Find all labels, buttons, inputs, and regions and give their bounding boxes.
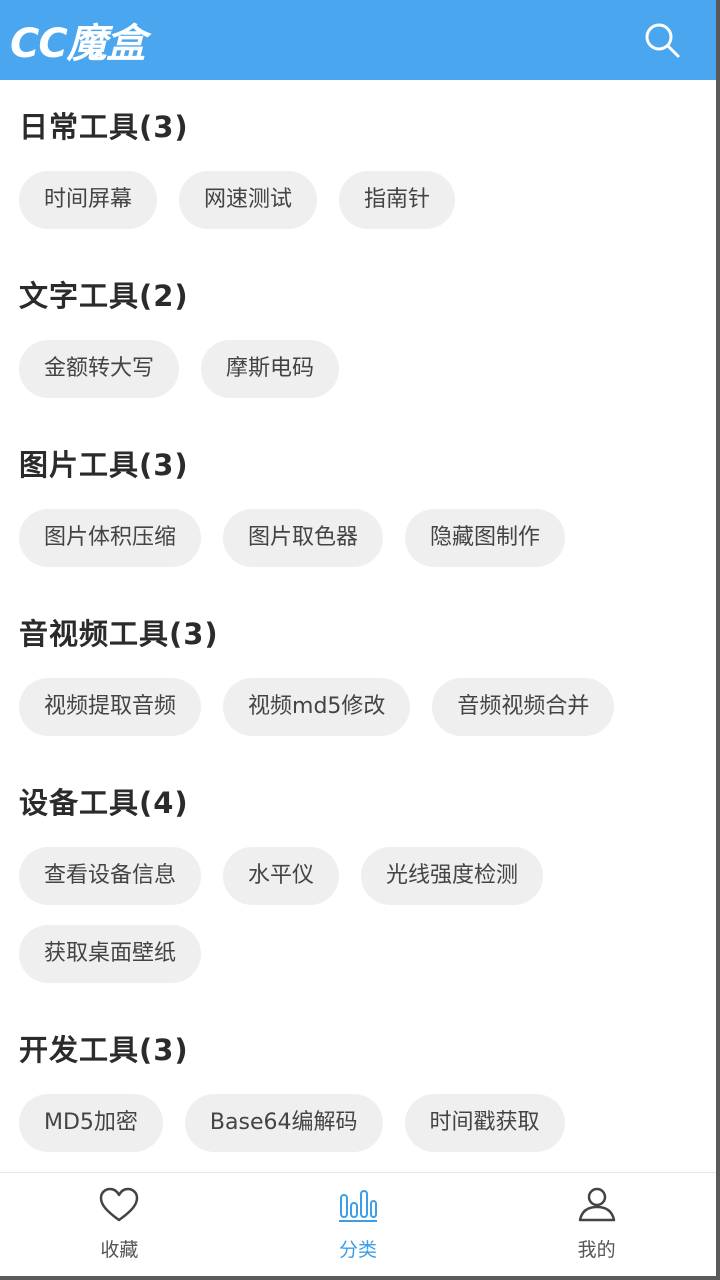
tool-chip-base64[interactable]: Base64编解码 <box>184 1094 383 1152</box>
section-title: 设备工具(4) <box>19 786 189 820</box>
tool-chip-light-meter[interactable]: 光线强度检测 <box>361 847 544 905</box>
tool-chip-amount-uppercase[interactable]: 金额转大写 <box>19 340 180 398</box>
user-icon <box>578 1187 615 1222</box>
tool-chip-speed-test[interactable]: 网速测试 <box>179 171 318 229</box>
screen-edge <box>716 0 720 1280</box>
tool-chip-time-screen[interactable]: 时间屏幕 <box>19 171 158 229</box>
tab-label: 收藏 <box>100 1239 139 1261</box>
app-header: CC魔盒 <box>0 0 716 80</box>
tool-chip-device-info[interactable]: 查看设备信息 <box>19 847 202 905</box>
screen-edge <box>0 1276 720 1280</box>
category-bars-icon <box>339 1190 377 1222</box>
section-title: 日常工具(3) <box>19 110 189 144</box>
tool-chip-compass[interactable]: 指南针 <box>339 171 456 229</box>
section-daily-tools: 日常工具(3) 时间屏幕 网速测试 指南针 <box>19 109 716 249</box>
tool-chip-color-picker[interactable]: 图片取色器 <box>223 509 384 567</box>
section-text-tools: 文字工具(2) 金额转大写 摩斯电码 <box>19 278 716 418</box>
bottom-tab-bar: 收藏 分类 我的 <box>0 1172 716 1276</box>
section-title: 文字工具(2) <box>19 279 189 313</box>
section-title: 图片工具(3) <box>19 448 189 482</box>
tool-chip-hidden-image[interactable]: 隐藏图制作 <box>405 509 566 567</box>
tool-chip-image-compress[interactable]: 图片体积压缩 <box>19 509 202 567</box>
tab-label: 我的 <box>577 1239 616 1261</box>
tab-label: 分类 <box>339 1239 378 1261</box>
section-image-tools: 图片工具(3) 图片体积压缩 图片取色器 隐藏图制作 <box>19 447 716 587</box>
tab-categories[interactable]: 分类 <box>239 1173 478 1276</box>
tool-chip-extract-audio[interactable]: 视频提取音频 <box>19 678 202 736</box>
tab-profile[interactable]: 我的 <box>477 1173 716 1276</box>
tool-chip-md5-encrypt[interactable]: MD5加密 <box>19 1094 163 1152</box>
section-title: 开发工具(3) <box>19 1033 189 1067</box>
tool-chip-timestamp[interactable]: 时间戳获取 <box>404 1094 565 1152</box>
tool-chip-video-md5[interactable]: 视频md5修改 <box>223 678 411 736</box>
category-list[interactable]: 日常工具(3) 时间屏幕 网速测试 指南针 文字工具(2) 金额转大写 摩斯电码… <box>0 80 716 1170</box>
heart-icon <box>100 1187 139 1222</box>
tool-chip-level[interactable]: 水平仪 <box>223 847 340 905</box>
tab-favorites[interactable]: 收藏 <box>0 1173 239 1276</box>
section-av-tools: 音视频工具(3) 视频提取音频 视频md5修改 音频视频合并 <box>19 616 716 756</box>
section-title: 音视频工具(3) <box>19 617 219 651</box>
tool-chip-merge-av[interactable]: 音频视频合并 <box>432 678 615 736</box>
section-device-tools: 设备工具(4) 查看设备信息 水平仪 光线强度检测 获取桌面壁纸 <box>19 785 716 1003</box>
app-logo: CC魔盒 <box>10 21 146 67</box>
section-dev-tools: 开发工具(3) MD5加密 Base64编解码 时间戳获取 <box>19 1032 716 1170</box>
search-button[interactable] <box>640 18 684 62</box>
tool-chip-morse-code[interactable]: 摩斯电码 <box>201 340 340 398</box>
tool-chip-get-wallpaper[interactable]: 获取桌面壁纸 <box>19 925 202 983</box>
search-icon <box>645 23 680 58</box>
